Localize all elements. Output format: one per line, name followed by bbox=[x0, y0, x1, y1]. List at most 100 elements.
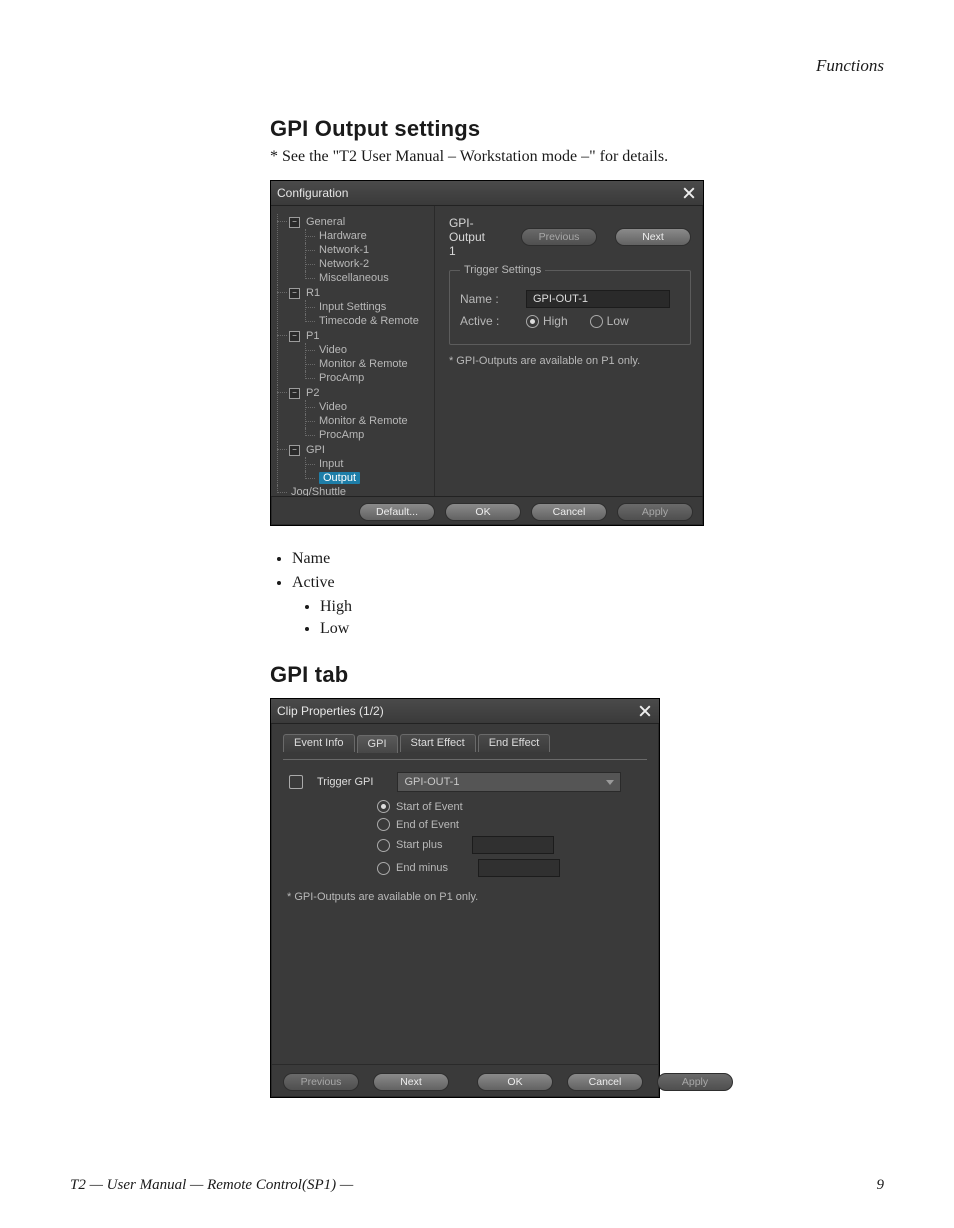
name-label: Name : bbox=[460, 292, 516, 306]
tree-input-settings[interactable]: Input Settings bbox=[319, 301, 386, 313]
tree-gpi-input[interactable]: Input bbox=[319, 458, 343, 470]
list-item-high: High bbox=[320, 598, 884, 616]
tab-event-info[interactable]: Event Info bbox=[283, 734, 355, 752]
opt-end-of-event[interactable]: End of Event bbox=[377, 818, 647, 831]
next-button[interactable]: Next bbox=[373, 1073, 449, 1091]
tree-p2-monitor-remote[interactable]: Monitor & Remote bbox=[319, 415, 408, 427]
collapse-icon[interactable]: − bbox=[289, 331, 300, 342]
configuration-pane: GPI-Output 1 Previous Next Trigger Setti… bbox=[435, 206, 703, 496]
ok-button[interactable]: OK bbox=[445, 503, 521, 521]
tab-end-effect[interactable]: End Effect bbox=[478, 734, 551, 752]
radio-off-icon bbox=[590, 315, 603, 328]
heading-gpi-output-settings: GPI Output settings bbox=[270, 116, 884, 142]
page-number: 9 bbox=[877, 1177, 885, 1194]
active-high-label: High bbox=[543, 314, 568, 328]
gpi-output-heading: GPI-Output 1 bbox=[449, 216, 485, 258]
list-item-low: Low bbox=[320, 620, 884, 638]
list-item-active: Active High Low bbox=[292, 574, 884, 638]
radio-on-icon bbox=[526, 315, 539, 328]
collapse-icon[interactable]: − bbox=[289, 288, 300, 299]
gpi-availability-hint: * GPI-Outputs are available on P1 only. bbox=[449, 355, 691, 367]
tab-start-effect[interactable]: Start Effect bbox=[400, 734, 476, 752]
tree-r1[interactable]: R1 bbox=[306, 286, 320, 300]
trigger-gpi-label: Trigger GPI bbox=[317, 776, 373, 788]
active-low-radio[interactable]: Low bbox=[590, 314, 629, 328]
tree-network-1[interactable]: Network-1 bbox=[319, 244, 369, 256]
clip-properties-dialog: Clip Properties (1/2) Event Info GPI Sta… bbox=[270, 698, 660, 1098]
clip-properties-footer: Previous Next OK Cancel Apply bbox=[271, 1064, 659, 1099]
running-header: Functions bbox=[70, 56, 884, 76]
configuration-dialog: Configuration −General Hardware Network-… bbox=[270, 180, 704, 526]
tree-jog-shuttle[interactable]: Jog/Shuttle bbox=[291, 486, 346, 496]
previous-button[interactable]: Previous bbox=[283, 1073, 359, 1091]
clip-availability-hint: * GPI-Outputs are available on P1 only. bbox=[287, 891, 647, 903]
opt-end-minus[interactable]: End minus bbox=[377, 859, 647, 877]
tree-gpi[interactable]: GPI bbox=[306, 443, 325, 457]
next-button[interactable]: Next bbox=[615, 228, 691, 246]
collapse-icon[interactable]: − bbox=[289, 217, 300, 228]
collapse-icon[interactable]: − bbox=[289, 445, 300, 456]
default-button[interactable]: Default... bbox=[359, 503, 435, 521]
cancel-button[interactable]: Cancel bbox=[567, 1073, 643, 1091]
ok-button[interactable]: OK bbox=[477, 1073, 553, 1091]
tree-hardware[interactable]: Hardware bbox=[319, 230, 367, 242]
clip-properties-body: Event Info GPI Start Effect End Effect T… bbox=[271, 724, 659, 1064]
clip-properties-titlebar: Clip Properties (1/2) bbox=[271, 699, 659, 724]
configuration-titlebar: Configuration bbox=[271, 181, 703, 206]
tree-p2-procamp[interactable]: ProcAmp bbox=[319, 429, 364, 441]
tab-gpi[interactable]: GPI bbox=[357, 735, 398, 753]
tree-p2[interactable]: P2 bbox=[306, 386, 319, 400]
trigger-gpi-checkbox[interactable] bbox=[289, 775, 303, 789]
name-field[interactable]: GPI-OUT-1 bbox=[526, 290, 670, 308]
tree-general[interactable]: General bbox=[306, 215, 345, 229]
tree-miscellaneous[interactable]: Miscellaneous bbox=[319, 272, 389, 284]
heading-gpi-tab: GPI tab bbox=[270, 662, 884, 688]
radio-on-icon bbox=[377, 800, 390, 813]
timing-options: Start of Event End of Event Start plus E… bbox=[377, 800, 647, 877]
close-icon[interactable] bbox=[681, 185, 697, 201]
cancel-button[interactable]: Cancel bbox=[531, 503, 607, 521]
opt-start-plus[interactable]: Start plus bbox=[377, 836, 647, 854]
content-column: GPI Output settings * See the "T2 User M… bbox=[270, 116, 884, 1098]
footer-left: T2 — User Manual — Remote Control(SP1) — bbox=[70, 1177, 353, 1194]
opt-label: Start of Event bbox=[396, 801, 463, 813]
radio-off-icon bbox=[377, 818, 390, 831]
opt-start-of-event[interactable]: Start of Event bbox=[377, 800, 647, 813]
end-minus-field[interactable] bbox=[478, 859, 560, 877]
radio-off-icon bbox=[377, 862, 390, 875]
tree-p1[interactable]: P1 bbox=[306, 329, 319, 343]
configuration-footer: Default... OK Cancel Apply bbox=[271, 496, 703, 527]
close-icon[interactable] bbox=[637, 703, 653, 719]
opt-label: End of Event bbox=[396, 819, 459, 831]
tree-p2-video[interactable]: Video bbox=[319, 401, 347, 413]
active-high-radio[interactable]: High bbox=[526, 314, 568, 328]
previous-button[interactable]: Previous bbox=[521, 228, 597, 246]
start-plus-field[interactable] bbox=[472, 836, 554, 854]
page: Functions GPI Output settings * See the … bbox=[0, 0, 954, 1228]
apply-button[interactable]: Apply bbox=[617, 503, 693, 521]
tree-p1-video[interactable]: Video bbox=[319, 344, 347, 356]
gpi-out-select[interactable]: GPI-OUT-1 bbox=[397, 772, 621, 792]
tree-p1-procamp[interactable]: ProcAmp bbox=[319, 372, 364, 384]
clip-properties-title: Clip Properties (1/2) bbox=[277, 704, 384, 718]
active-low-label: Low bbox=[607, 314, 629, 328]
configuration-tree[interactable]: −General Hardware Network-1 Network-2 Mi… bbox=[271, 206, 435, 496]
tree-p1-monitor-remote[interactable]: Monitor & Remote bbox=[319, 358, 408, 370]
trigger-settings-legend: Trigger Settings bbox=[460, 264, 545, 276]
tab-bar: Event Info GPI Start Effect End Effect bbox=[283, 734, 647, 752]
active-label: Active : bbox=[460, 314, 516, 328]
collapse-icon[interactable]: − bbox=[289, 388, 300, 399]
tree-network-2[interactable]: Network-2 bbox=[319, 258, 369, 270]
page-footer: T2 — User Manual — Remote Control(SP1) —… bbox=[70, 1177, 884, 1194]
tree-timecode-remote[interactable]: Timecode & Remote bbox=[319, 315, 419, 327]
list-item-name: Name bbox=[292, 550, 884, 568]
configuration-body: −General Hardware Network-1 Network-2 Mi… bbox=[271, 206, 703, 496]
tree-gpi-output[interactable]: Output bbox=[319, 472, 360, 484]
tab-underline bbox=[283, 759, 647, 760]
opt-label: Start plus bbox=[396, 839, 442, 851]
see-manual-note: * See the "T2 User Manual – Workstation … bbox=[270, 148, 884, 166]
field-list: Name Active High Low bbox=[292, 550, 884, 638]
trigger-settings-group: Trigger Settings Name : GPI-OUT-1 Active… bbox=[449, 264, 691, 345]
apply-button[interactable]: Apply bbox=[657, 1073, 733, 1091]
radio-off-icon bbox=[377, 839, 390, 852]
